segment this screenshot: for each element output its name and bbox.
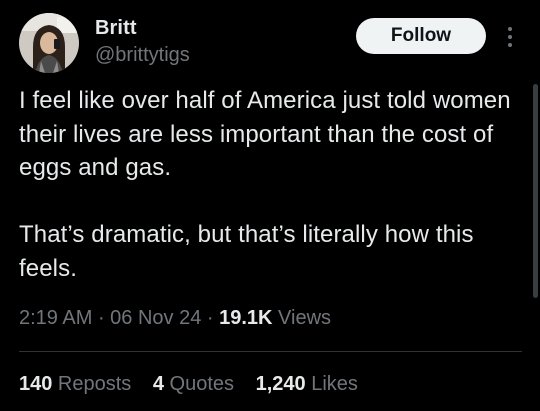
tweet-text: I feel like over half of America just to… [19,84,519,285]
meta-separator: · [92,307,111,329]
likes-count: 1,240 [255,373,306,395]
scrollbar[interactable] [533,84,538,298]
follow-button[interactable]: Follow [356,18,486,54]
views-count[interactable]: 19.1K [219,307,272,329]
tweet-meta: 2:19 AM · 06 Nov 24 · 19.1K Views [19,307,331,330]
reposts-count: 140 [19,373,53,395]
quotes-count: 4 [152,373,164,395]
tweet-time[interactable]: 2:19 AM [19,307,92,329]
meta-separator: · [201,307,220,329]
reposts-stat[interactable]: 140 Reposts [19,373,131,396]
tweet-date[interactable]: 06 Nov 24 [110,307,201,329]
more-vertical-icon[interactable] [503,25,517,49]
reposts-label: Reposts [52,373,132,395]
tweet-paragraph: That’s dramatic, but that’s literally ho… [19,221,474,282]
profile-photo [19,13,79,73]
likes-stat[interactable]: 1,240 Likes [256,373,358,396]
tweet-stats: 140 Reposts 4 Quotes 1,240 Likes [19,373,374,396]
avatar[interactable] [19,13,79,73]
author-name[interactable]: Britt [95,17,137,40]
divider [19,351,522,352]
tweet-header: Britt @brittytigs Follow [19,13,519,73]
tweet-paragraph: I feel like over half of America just to… [19,87,511,181]
author-handle[interactable]: @brittytigs [95,44,190,67]
views-label[interactable]: Views [273,307,331,329]
quotes-stat[interactable]: 4 Quotes [153,373,234,396]
likes-label: Likes [305,373,358,395]
quotes-label: Quotes [164,373,235,395]
